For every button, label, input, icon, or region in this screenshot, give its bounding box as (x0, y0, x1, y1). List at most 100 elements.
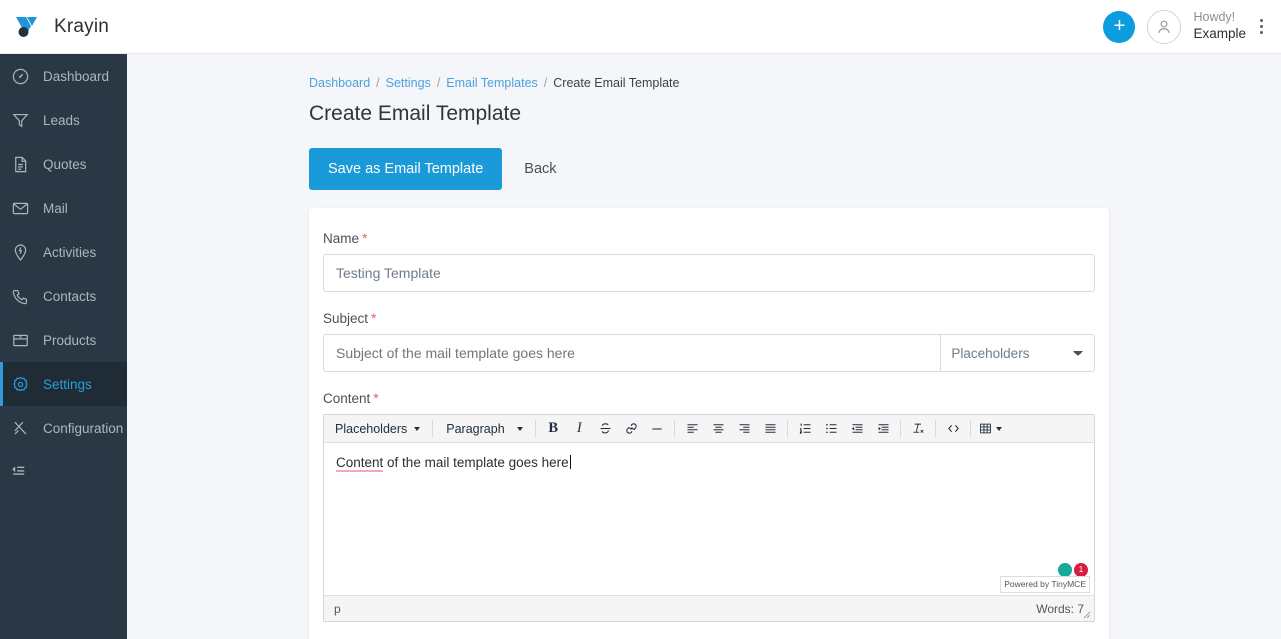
top-header-bar: Krayin + Howdy! Example (0, 0, 1281, 54)
save-as-email-template-button[interactable]: Save as Email Template (309, 148, 503, 190)
align-right-icon[interactable] (731, 416, 757, 442)
toolbar-divider (787, 420, 789, 437)
breadcrumb: Dashboard / Settings / Email Templates /… (309, 76, 1281, 90)
breadcrumb-link-settings[interactable]: Settings (386, 76, 431, 90)
editor-status-bar: p Words: 7 (324, 595, 1094, 621)
editor-format-label: Paragraph (446, 421, 505, 436)
table-icon[interactable] (975, 416, 1005, 442)
sidebar-item-configuration[interactable]: Configuration (0, 406, 127, 450)
alert-badge-icon[interactable]: 1 (1074, 563, 1088, 577)
sidebar-item-label: Dashboard (43, 68, 110, 84)
align-center-icon[interactable] (705, 416, 731, 442)
subject-label: Subject * (323, 310, 1095, 326)
name-label-text: Name (323, 231, 360, 246)
sidebar-item-activities[interactable]: Activities (0, 230, 127, 274)
editor-paragraph: Content of the mail template goes here (336, 455, 571, 472)
numbered-list-icon[interactable] (792, 416, 818, 442)
source-code-icon[interactable] (940, 416, 966, 442)
sidebar-item-leads[interactable]: Leads (0, 98, 127, 142)
sidebar-item-quotes[interactable]: Quotes (0, 142, 127, 186)
krayin-logo-icon (14, 15, 44, 39)
required-marker: * (371, 310, 377, 326)
tinymce-branding[interactable]: Powered by TinyMCE (1000, 576, 1090, 593)
align-justify-icon[interactable] (757, 416, 783, 442)
chevron-down-icon (414, 426, 421, 431)
brand[interactable]: Krayin (0, 15, 250, 39)
name-input[interactable] (323, 254, 1095, 292)
chevron-down-icon (996, 426, 1003, 431)
editor-placeholders-label: Placeholders (335, 421, 408, 436)
email-template-form-card: Name* Subject* Placeholders (309, 208, 1109, 639)
subject-placeholders-select[interactable]: Placeholders (941, 334, 1095, 372)
sidebar-navigation: Dashboard Leads Quotes Mail Activities C… (0, 54, 127, 639)
horizontal-rule-icon[interactable] (644, 416, 670, 442)
clear-formatting-icon[interactable] (905, 416, 931, 442)
sidebar-item-label: Settings (43, 376, 92, 392)
editor-paragraph-rest: of the mail template goes here (383, 455, 569, 470)
envelope-icon (10, 198, 30, 218)
avatar[interactable] (1147, 9, 1182, 44)
toolbar-divider (970, 420, 972, 437)
brand-name: Krayin (54, 15, 110, 37)
sidebar-item-label: Contacts (43, 288, 97, 304)
link-icon[interactable] (618, 416, 644, 442)
sidebar-item-label: Activities (43, 244, 97, 260)
add-new-button[interactable]: + (1103, 10, 1136, 43)
user-greeting[interactable]: Howdy! Example (1193, 10, 1246, 43)
sidebar-item-mail[interactable]: Mail (0, 186, 127, 230)
toolbar-divider (900, 420, 902, 437)
outdent-icon[interactable] (844, 416, 870, 442)
breadcrumb-link-dashboard[interactable]: Dashboard (309, 76, 370, 90)
breadcrumb-current: Create Email Template (553, 76, 680, 90)
strikethrough-icon[interactable] (592, 416, 618, 442)
upgrade-badge-icon[interactable] (1058, 563, 1072, 577)
sidebar-item-label: Mail (43, 200, 68, 216)
bullet-list-icon[interactable] (818, 416, 844, 442)
back-button[interactable]: Back (512, 148, 568, 190)
sidebar-item-label: Products (43, 332, 97, 348)
content-label-text: Content (323, 391, 371, 406)
breadcrumb-separator: / (543, 76, 548, 90)
name-label: Name * (323, 230, 1095, 246)
dashboard-gauge-icon (10, 66, 30, 86)
tools-icon (10, 418, 30, 438)
sidebar-item-label: Configuration (43, 420, 124, 436)
bold-icon[interactable]: B (540, 416, 566, 442)
document-icon (10, 154, 30, 174)
misspelled-word: Content (336, 455, 384, 472)
align-left-icon[interactable] (679, 416, 705, 442)
breadcrumb-separator: / (376, 76, 380, 90)
username-text: Example (1193, 25, 1246, 41)
required-marker: * (373, 390, 379, 406)
italic-icon[interactable]: I (566, 416, 592, 442)
toolbar-divider (935, 420, 937, 437)
editor-format-dropdown[interactable]: Paragraph (437, 416, 531, 442)
chevron-down-icon (517, 426, 524, 431)
sidebar-item-settings[interactable]: Settings (0, 362, 127, 406)
editor-placeholders-dropdown[interactable]: Placeholders (326, 416, 428, 442)
collapse-sidebar-icon[interactable] (0, 450, 127, 494)
sidebar-item-label: Quotes (43, 156, 87, 172)
page-title: Create Email Template (309, 102, 522, 125)
sidebar-item-label: Leads (43, 112, 80, 128)
kebab-menu-icon[interactable] (1258, 17, 1271, 36)
editor-content-body[interactable]: Content of the mail template goes here 1… (324, 443, 1094, 595)
editor-resize-handle[interactable] (1083, 611, 1091, 619)
phone-icon (10, 286, 30, 306)
tinymce-editor: Placeholders Paragraph B I Content of th… (323, 414, 1095, 622)
action-button-row: Save as Email Template Back (309, 148, 1281, 190)
indent-icon[interactable] (870, 416, 896, 442)
breadcrumb-link-email-templates[interactable]: Email Templates (446, 76, 537, 90)
breadcrumb-separator: / (436, 76, 441, 90)
main-content-area: Dashboard / Settings / Email Templates /… (127, 54, 1281, 639)
toolbar-divider (432, 420, 434, 437)
sidebar-item-products[interactable]: Products (0, 318, 127, 362)
sidebar-item-contacts[interactable]: Contacts (0, 274, 127, 318)
subject-input[interactable] (323, 334, 942, 372)
content-field-group: Content * Placeholders Paragraph B I Con… (323, 390, 1095, 622)
editor-element-path: p (334, 601, 341, 616)
sidebar-item-dashboard[interactable]: Dashboard (0, 54, 127, 98)
header-right-cluster: + Howdy! Example (1103, 9, 1281, 44)
greeting-text: Howdy! (1193, 10, 1236, 25)
box-icon (10, 330, 30, 350)
